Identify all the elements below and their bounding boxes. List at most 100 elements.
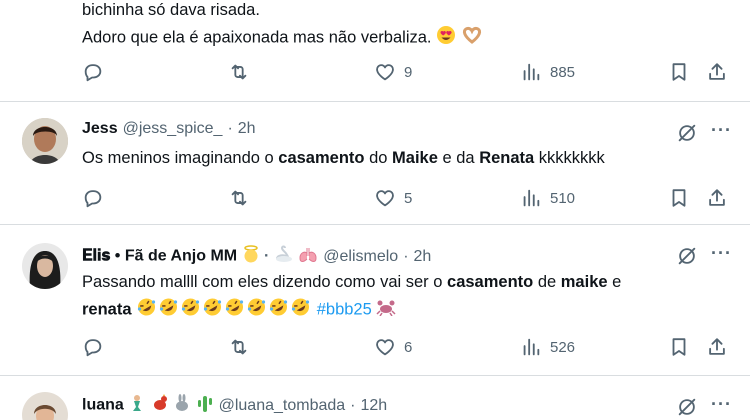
tweet-header: Jess @jess_spice_ · 2h	[82, 120, 256, 138]
timestamp[interactable]: 2h	[238, 120, 256, 138]
rofl-emoji	[290, 297, 312, 323]
hashtag-link[interactable]: #bbb25	[317, 300, 372, 318]
views-icon	[523, 63, 540, 81]
separator-dot: ·	[350, 396, 356, 414]
avatar[interactable]	[22, 392, 68, 420]
angel-emoji	[242, 245, 260, 268]
text-run: de	[533, 273, 561, 291]
tweet-header: luana @luana_tombada · 12h	[82, 394, 387, 417]
rooster-emoji	[151, 394, 169, 417]
text-run: e da	[437, 149, 480, 167]
timestamp[interactable]: 12h	[361, 397, 388, 415]
retweet-icon	[231, 339, 247, 355]
display-name[interactable]: 𝐄𝐥𝐢𝐬 • Fã de Anjo MM ·	[82, 245, 318, 268]
reply-icon	[84, 64, 102, 82]
user-handle[interactable]: @luana_tombada	[219, 397, 346, 415]
reply-button[interactable]	[82, 336, 112, 358]
heart-icon	[376, 64, 394, 81]
bookmark-icon	[672, 63, 686, 81]
text-run: Os meninos imaginando o	[82, 149, 279, 167]
cactus-emoji	[196, 394, 214, 417]
more-options-icon[interactable]: ···	[711, 243, 732, 264]
tweet-text-line: Passando mallll com eles dizendo como va…	[82, 271, 621, 293]
tweet-2[interactable]: Jess @jess_spice_ · 2h ··· Os meninos im…	[0, 102, 750, 224]
bold-keyword: maike	[560, 273, 608, 291]
timestamp[interactable]: 2h	[414, 248, 432, 266]
rofl-emoji	[180, 297, 202, 323]
tweet-1[interactable]: bichinha só dava risada. Adoro que ela é…	[0, 0, 750, 101]
bookmark-button[interactable]	[668, 61, 690, 83]
mermaid-emoji	[128, 394, 146, 417]
tweet-text-line: renata #bbb25	[82, 297, 396, 323]
reply-icon	[84, 339, 102, 357]
text-run: do	[364, 149, 393, 167]
avatar[interactable]	[22, 118, 68, 164]
tweet-4[interactable]: luana @luana_tombada · 12h ···	[0, 376, 750, 420]
more-options-icon[interactable]: ···	[711, 394, 732, 415]
views-icon	[523, 338, 540, 356]
swan-emoji	[274, 245, 294, 268]
bold-keyword: casamento	[447, 273, 534, 291]
views-button[interactable]: 510	[520, 187, 575, 209]
rofl-emoji-row	[136, 298, 312, 318]
rofl-emoji	[202, 297, 224, 323]
grok-icon[interactable]	[676, 396, 698, 418]
like-button[interactable]: 5	[374, 187, 412, 209]
lungs-emoji	[298, 245, 318, 268]
display-name[interactable]: Jess	[82, 120, 118, 138]
like-button[interactable]: 9	[374, 61, 412, 83]
tweet-actions: 5 510	[0, 187, 750, 213]
retweet-icon	[231, 64, 247, 80]
retweet-button[interactable]	[228, 187, 258, 209]
rofl-emoji	[158, 297, 180, 323]
user-handle[interactable]: @jess_spice_	[123, 120, 223, 138]
rofl-emoji	[246, 297, 268, 323]
tweet-text: Os meninos imaginando o casamento do Mai…	[82, 147, 605, 169]
views-button[interactable]: 885	[520, 61, 575, 83]
more-options-icon[interactable]: ···	[711, 120, 732, 141]
bookmark-icon	[672, 189, 686, 207]
bookmark-button[interactable]	[668, 187, 690, 209]
reply-button[interactable]	[82, 187, 112, 209]
display-name[interactable]: luana	[82, 394, 214, 417]
tweet-text-line: bichinha só dava risada.	[82, 1, 260, 19]
crab-emoji	[376, 298, 396, 322]
rofl-emoji	[224, 297, 246, 323]
rofl-emoji	[136, 297, 158, 323]
heart-eyes-emoji	[436, 25, 456, 51]
retweet-button[interactable]	[228, 61, 258, 83]
views-icon	[523, 189, 540, 207]
tweet-3[interactable]: 𝐄𝐥𝐢𝐬 • Fã de Anjo MM · @elismelo · 2h ··…	[0, 225, 750, 375]
bookmark-button[interactable]	[668, 336, 690, 358]
bold-keyword: casamento	[278, 149, 365, 167]
grok-icon[interactable]	[676, 245, 698, 267]
share-icon	[709, 338, 725, 355]
share-button[interactable]	[706, 61, 728, 83]
views-button[interactable]: 526	[520, 336, 575, 358]
bold-keyword: Renata	[479, 149, 535, 167]
heart-icon	[376, 190, 394, 207]
reply-icon	[84, 190, 102, 208]
heart-hands-emoji	[461, 25, 483, 51]
grok-icon[interactable]	[676, 122, 698, 144]
heart-icon	[376, 339, 394, 356]
user-handle[interactable]: @elismelo	[323, 248, 398, 266]
text-run: e	[607, 273, 622, 291]
reply-button[interactable]	[82, 61, 112, 83]
rabbit-emoji	[173, 394, 191, 417]
share-button[interactable]	[706, 187, 728, 209]
retweet-button[interactable]	[228, 336, 258, 358]
share-button[interactable]	[706, 336, 728, 358]
text-run: kkkkkkkk	[534, 149, 605, 167]
like-button[interactable]: 6	[374, 336, 412, 358]
avatar[interactable]	[22, 243, 68, 289]
rofl-emoji	[268, 297, 290, 323]
bold-keyword: Maike	[392, 149, 438, 167]
tweet-actions: 9 885	[0, 61, 750, 87]
share-icon	[709, 63, 725, 80]
tweet-header: 𝐄𝐥𝐢𝐬 • Fã de Anjo MM · @elismelo · 2h	[82, 245, 431, 268]
text-run: Passando mallll com eles dizendo como va…	[82, 273, 448, 291]
separator-dot: ·	[403, 247, 409, 265]
separator-dot: ·	[227, 120, 233, 137]
tweet-actions: 6 526	[0, 336, 750, 362]
